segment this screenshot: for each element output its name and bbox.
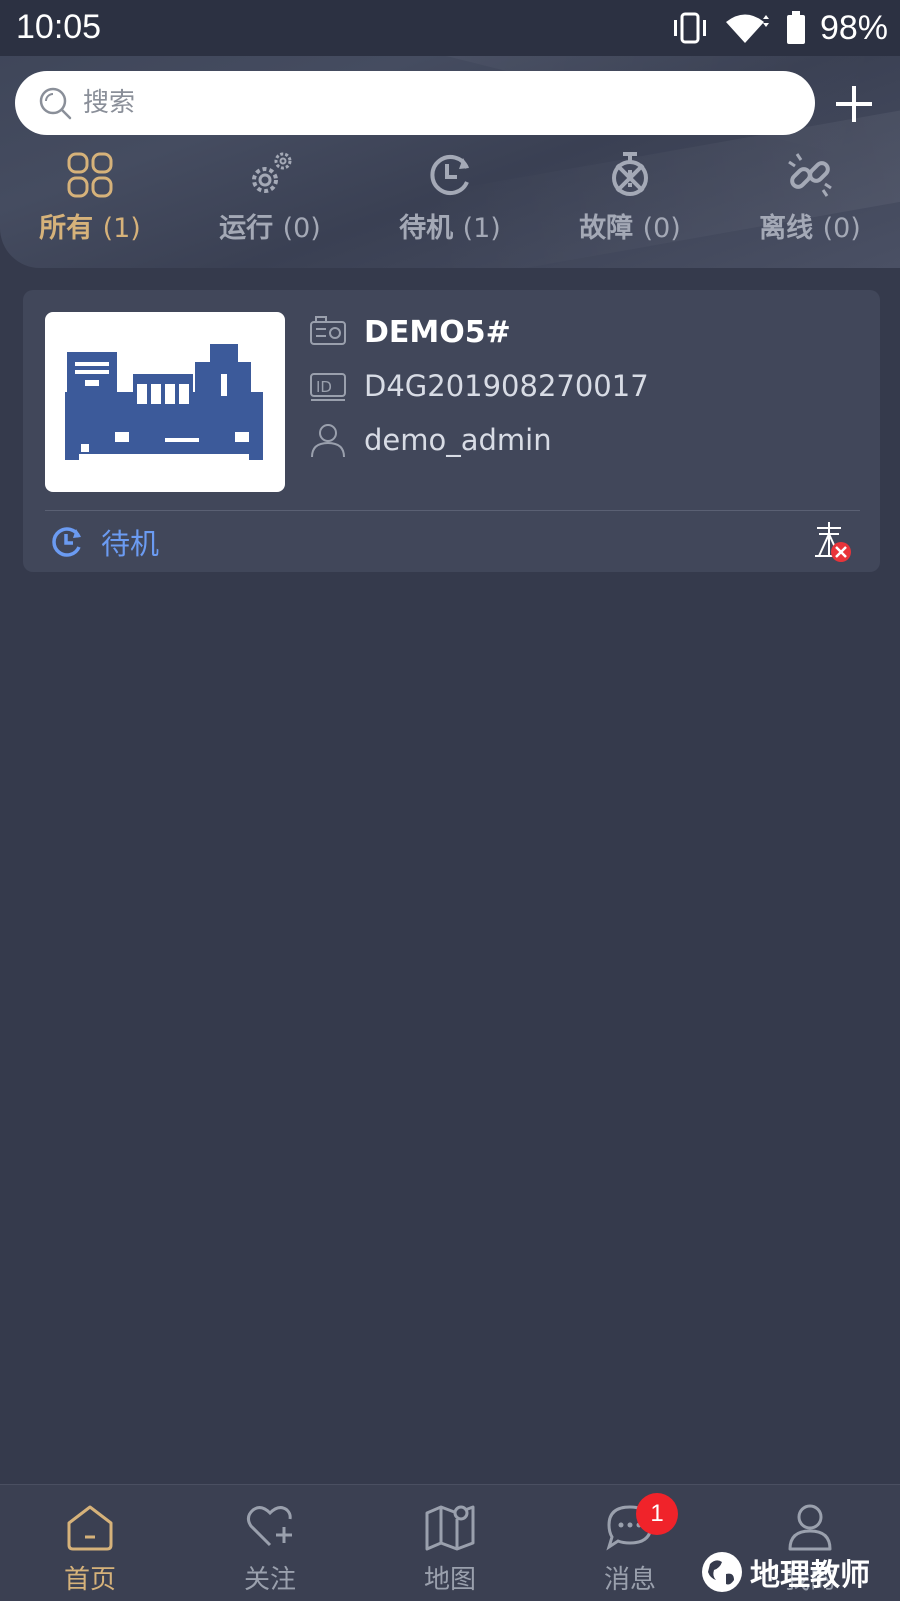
tab-offline[interactable]: 离线 (0): [720, 148, 900, 248]
vibrate-icon: [673, 12, 706, 44]
device-name: DEMO5#: [364, 314, 511, 350]
fault-alarm-icon: [612, 152, 648, 196]
tab-all-label: 所有: [39, 213, 94, 244]
id-icon: ID: [310, 373, 346, 401]
watermark-text: 地理教师: [750, 1558, 870, 1593]
nav-home[interactable]: 首页: [0, 1485, 180, 1601]
svg-text:ID: ID: [316, 378, 332, 396]
tab-standby[interactable]: 待机 (1): [360, 148, 540, 248]
unread-badge: 1: [636, 1493, 678, 1535]
nav-map-label: 地图: [423, 1565, 476, 1595]
tab-all[interactable]: 所有 (1): [0, 148, 180, 248]
globe-logo-icon: [702, 1552, 742, 1592]
nav-follow[interactable]: 关注: [180, 1485, 360, 1601]
tab-fault[interactable]: 故障 (0): [540, 148, 720, 248]
search-input[interactable]: [81, 87, 765, 119]
status-bar: 10:05 98%: [0, 0, 900, 56]
tab-offline-label: 离线: [759, 213, 814, 244]
home-icon: [67, 1505, 113, 1551]
tab-running[interactable]: 运行 (0): [180, 148, 360, 248]
status-time: 10:05: [16, 8, 102, 46]
device-owner: demo_admin: [364, 423, 552, 457]
tab-running-count: (0): [282, 213, 321, 244]
tab-fault-count: (0): [642, 213, 681, 244]
search-bar[interactable]: [15, 71, 815, 135]
standby-clock-icon: [52, 527, 81, 557]
grid-icon: [67, 152, 113, 198]
nav-messages[interactable]: 消息 1: [540, 1485, 720, 1601]
person-icon: [788, 1504, 832, 1551]
tab-offline-count: (0): [822, 213, 861, 244]
filter-tabs: 所有 (1) 运行 (0) 待机 (1) 故障 (0) 离线 (0): [0, 148, 900, 248]
heart-plus-icon: [246, 1506, 292, 1547]
nav-map[interactable]: 地图: [360, 1485, 540, 1601]
plus-icon[interactable]: [832, 82, 876, 126]
generator-image: [45, 312, 285, 492]
tab-standby-count: (1): [462, 213, 501, 244]
device-card[interactable]: DEMO5# ID D4G201908270017 demo_admin 待机: [23, 290, 880, 572]
tab-all-count: (1): [102, 213, 141, 244]
battery-percent: 98%: [819, 8, 888, 47]
watermark: 地理教师: [700, 1548, 870, 1596]
map-icon: [425, 1505, 475, 1551]
broken-link-icon: [788, 153, 832, 197]
user-icon: [311, 424, 345, 458]
device-status-label: 待机: [101, 527, 160, 561]
nav-follow-label: 关注: [243, 1565, 296, 1595]
wifi-icon: [725, 14, 769, 43]
tab-standby-label: 待机: [399, 213, 454, 244]
tab-running-label: 运行: [219, 213, 274, 244]
nav-messages-label: 消息: [603, 1565, 656, 1595]
nav-home-label: 首页: [63, 1565, 116, 1595]
gears-icon: [252, 152, 292, 193]
power-line-offline-icon: [815, 522, 851, 562]
search-icon: [39, 87, 72, 120]
generator-outline-icon: [310, 316, 346, 345]
generator-icon: [65, 344, 263, 460]
battery-icon: [786, 11, 805, 44]
device-status: 待机: [49, 522, 159, 562]
device-serial: D4G201908270017: [364, 369, 649, 403]
card-divider: [45, 510, 860, 511]
standby-clock-icon: [430, 155, 469, 195]
tab-fault-label: 故障: [579, 213, 634, 244]
